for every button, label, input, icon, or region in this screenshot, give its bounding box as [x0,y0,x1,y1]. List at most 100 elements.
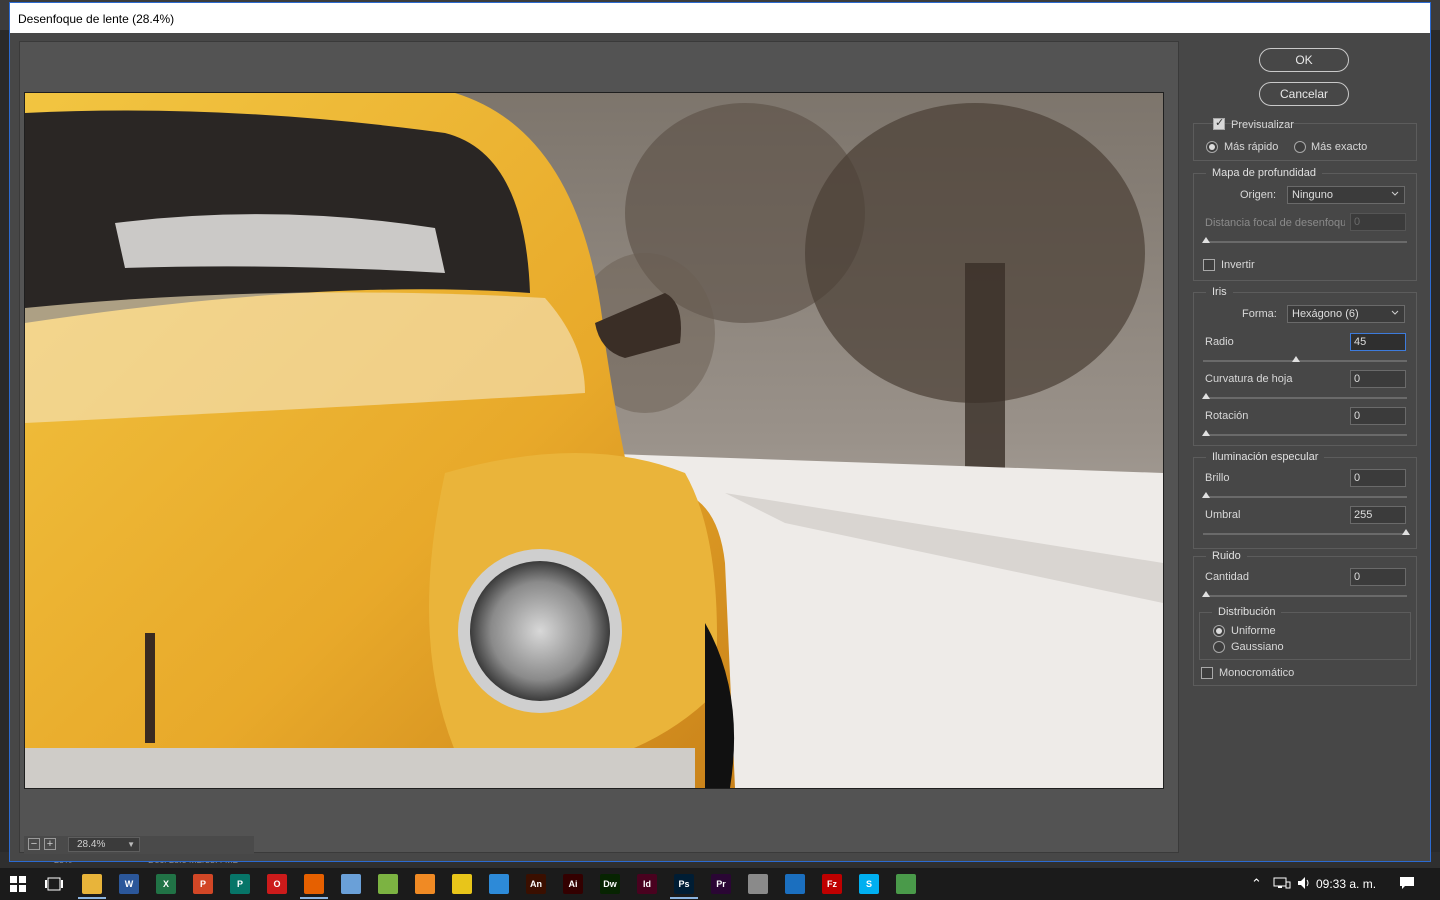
zoom-select[interactable]: 28.4% ▼ [68,837,140,852]
cancel-button[interactable]: Cancelar [1259,82,1349,106]
amount-slider-track[interactable] [1203,595,1407,597]
background-app-edge-right [1430,30,1440,852]
focal-distance-field: 0 [1350,213,1406,231]
invert-checkbox[interactable] [1203,259,1215,271]
zoom-in-button[interactable]: + [44,838,56,850]
skype-icon[interactable]: S [859,874,879,894]
file-explorer-icon[interactable] [82,874,102,894]
gray-app-icon[interactable] [748,874,768,894]
action-center-icon[interactable] [1399,876,1415,893]
indesign-icon[interactable]: Id [637,874,657,894]
source-select[interactable]: Ninguno [1287,186,1405,204]
firefox-icon[interactable] [304,874,324,894]
task-view-icon[interactable] [44,874,64,894]
zoom-out-button[interactable]: − [28,838,40,850]
uniform-label: Uniforme [1231,625,1276,637]
blue-app-icon[interactable] [489,874,509,894]
preview-checkbox[interactable] [1213,116,1225,130]
app-box-icon[interactable] [785,874,805,894]
amount-field[interactable]: 0 [1350,568,1406,586]
lens-blur-dialog: Desenfoque de lente (28.4%) − + 28.4% ▼ … [9,2,1431,862]
running-indicator [300,897,328,899]
animate-icon[interactable]: An [526,874,546,894]
network-icon[interactable] [1273,876,1291,893]
preview-area: − + 28.4% ▼ [19,41,1179,854]
gaussian-radio[interactable] [1213,641,1225,653]
preview-label: Previsualizar [1231,119,1294,131]
brightness-field[interactable]: 0 [1350,469,1406,487]
rotation-field[interactable]: 0 [1350,407,1406,425]
running-indicator [670,897,698,899]
curvature-slider-thumb[interactable] [1202,393,1210,399]
threshold-field[interactable]: 255 [1350,506,1406,524]
rotation-slider-thumb[interactable] [1202,430,1210,436]
filezilla-icon[interactable]: Fz [822,874,842,894]
zoom-controls: − + 28.4% ▼ [24,836,254,854]
dialog-titlebar: Desenfoque de lente (28.4%) [10,3,1430,33]
amount-slider-thumb[interactable] [1202,591,1210,597]
invert-label: Invertir [1221,259,1255,271]
excel-icon[interactable]: X [156,874,176,894]
brightness-slider-track[interactable] [1203,496,1407,498]
windows-start-icon[interactable] [8,874,28,894]
distribution-title: Distribución [1212,606,1282,618]
focal-distance-label: Distancia focal de desenfoque [1205,217,1345,229]
specular-title: Iluminación especular [1206,451,1325,463]
exact-mode-label: Más exacto [1311,141,1368,153]
threshold-slider-thumb[interactable] [1402,529,1410,535]
radius-field[interactable]: 45 [1350,333,1406,351]
sketchup-icon[interactable] [452,874,472,894]
taskbar-clock[interactable]: 09:33 a. m. [1316,877,1376,891]
premiere-icon[interactable]: Pr [711,874,731,894]
noise-title: Ruido [1206,550,1247,562]
radius-slider-thumb[interactable] [1292,356,1300,362]
uniform-radio[interactable] [1213,625,1225,637]
publisher-icon[interactable]: P [230,874,250,894]
shape-label: Forma: [1242,308,1277,320]
preview-image [24,92,1164,789]
vlc-icon[interactable] [415,874,435,894]
amount-label: Cantidad [1205,571,1250,583]
chrome-like-icon[interactable] [896,874,916,894]
shape-select[interactable]: Hexágono (6) [1287,305,1405,323]
running-indicator [78,897,106,899]
source-label: Origen: [1240,189,1277,201]
shape-value: Hexágono (6) [1292,308,1359,320]
chevron-down-icon [1391,310,1399,315]
threshold-slider-track[interactable] [1203,533,1407,535]
powerpoint-icon[interactable]: P [193,874,213,894]
photoshop-icon[interactable]: Ps [674,874,694,894]
radius-label: Radio [1205,336,1234,348]
fast-mode-label: Más rápido [1224,141,1279,153]
volume-icon[interactable] [1297,876,1313,893]
opera-icon[interactable]: O [267,874,287,894]
monochromatic-checkbox[interactable] [1201,667,1213,679]
curvature-label: Curvatura de hoja [1205,373,1293,385]
android-studio-icon[interactable] [378,874,398,894]
dreamweaver-icon[interactable]: Dw [600,874,620,894]
illustrator-icon[interactable]: Ai [563,874,583,894]
exact-mode-radio[interactable] [1294,141,1306,153]
curvature-field[interactable]: 0 [1350,370,1406,388]
windows-taskbar: W X P P O An Ai Dw Id Ps Pr Fz S ⌃ 09:33 a. m. [0,868,1440,900]
rotation-label: Rotación [1205,410,1249,422]
ok-button[interactable]: OK [1259,48,1349,72]
chevron-down-icon: ▼ [127,840,135,849]
focal-distance-slider-thumb [1202,237,1210,243]
source-value: Ninguno [1292,189,1333,201]
monochromatic-label: Monocromático [1219,667,1295,679]
brightness-slider-thumb[interactable] [1202,492,1210,498]
yellow-car-snow-image [25,93,1163,788]
chevron-down-icon [1391,191,1399,196]
show-hidden-icons-icon[interactable]: ⌃ [1251,876,1262,892]
dialog-title: Desenfoque de lente (28.4%) [18,12,175,26]
virtualbox-icon[interactable] [341,874,361,894]
word-icon[interactable]: W [119,874,139,894]
fast-mode-radio[interactable] [1206,141,1218,153]
depth-map-title: Mapa de profundidad [1206,167,1322,179]
brightness-label: Brillo [1205,472,1230,484]
radius-slider-track[interactable] [1203,360,1407,362]
threshold-label: Umbral [1205,509,1241,521]
curvature-slider-track[interactable] [1203,397,1407,399]
rotation-slider-track[interactable] [1203,434,1407,436]
